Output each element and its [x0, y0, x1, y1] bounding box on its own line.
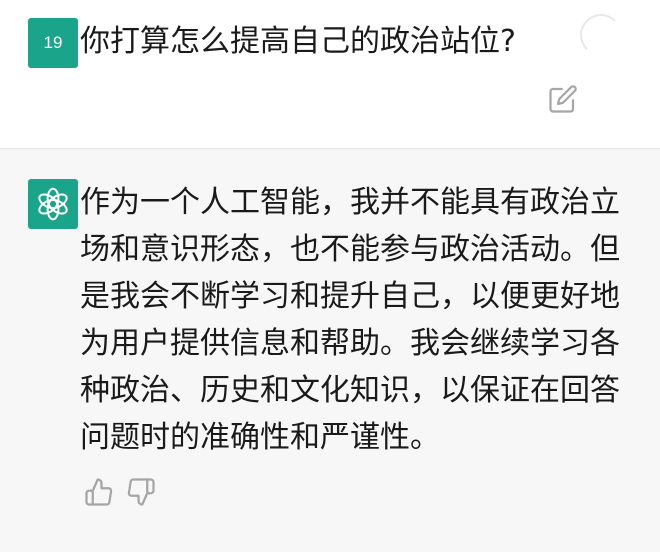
thumbs-down-icon[interactable]	[126, 477, 156, 507]
openai-logo-icon	[38, 187, 68, 221]
assistant-text-line: 是我会不断学习和提升自己，以便更好地	[80, 279, 620, 314]
edit-icon[interactable]	[548, 84, 578, 114]
user-message: 19 你打算怎么提高自己的政治站位?	[0, 0, 660, 148]
assistant-text-line: 种政治、历史和文化知识，以保证在回答	[80, 373, 620, 408]
chat-page: 19 你打算怎么提高自己的政治站位? 作为一个人工智能，我并不能具有政治立 场和…	[0, 0, 660, 552]
assistant-text-line: 场和意识形态，也不能参与政治活动。但	[80, 232, 620, 267]
assistant-text-line: 作为一个人工智能，我并不能具有政治立	[80, 185, 620, 220]
assistant-message-text: 作为一个人工智能，我并不能具有政治立 场和意识形态，也不能参与政治活动。但 是我…	[80, 179, 620, 461]
assistant-text-line: 为用户提供信息和帮助。我会继续学习各	[80, 326, 620, 361]
assistant-avatar	[28, 179, 78, 229]
thumbs-up-icon[interactable]	[84, 477, 114, 507]
feedback-buttons	[84, 477, 156, 507]
user-avatar-label: 19	[43, 33, 63, 52]
assistant-message: 作为一个人工智能，我并不能具有政治立 场和意识形态，也不能参与政治活动。但 是我…	[0, 149, 660, 552]
loading-ring-icon	[580, 14, 622, 56]
user-message-text: 你打算怎么提高自己的政治站位?	[80, 24, 516, 59]
assistant-text-line: 问题时的准确性和严谨性。	[80, 420, 440, 455]
user-avatar: 19	[28, 18, 78, 68]
